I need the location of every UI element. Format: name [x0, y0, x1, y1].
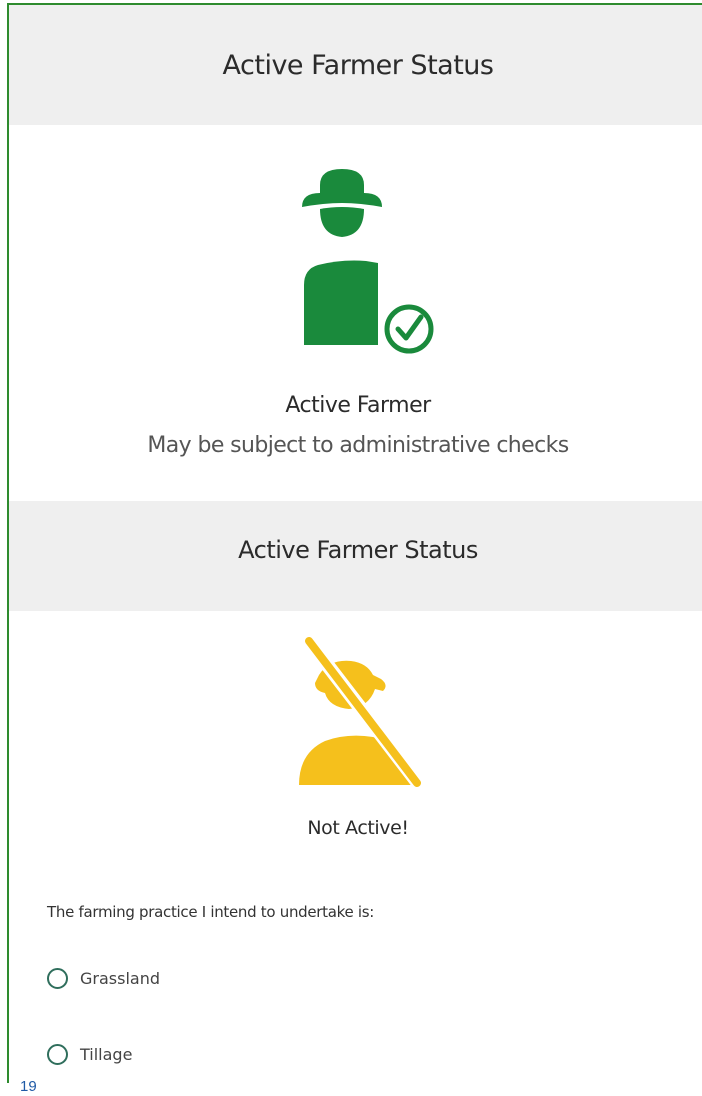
status-title-active: Active Farmer: [285, 393, 431, 418]
radio-option-tillage[interactable]: Tillage: [47, 1044, 132, 1065]
radio-button-icon[interactable]: [47, 968, 68, 989]
radio-option-grassland[interactable]: Grassland: [47, 968, 160, 989]
section-header-title: Active Farmer Status: [238, 536, 478, 564]
radio-option-label: Tillage: [80, 1045, 133, 1064]
farmer-crossed-icon: [299, 635, 428, 794]
radio-button-icon[interactable]: [47, 1044, 68, 1065]
section-header-inactive: Active Farmer Status: [9, 501, 702, 611]
section-header-active: Active Farmer Status: [9, 5, 702, 125]
farming-practice-question: The farming practice I intend to underta…: [47, 903, 375, 921]
app-frame: Active Farmer Status Active Farmer May b…: [7, 3, 702, 1083]
page-number: 19: [20, 1078, 37, 1095]
section-header-title: Active Farmer Status: [222, 49, 494, 81]
status-subtitle-active: May be subject to administrative checks: [147, 433, 569, 458]
farmer-check-icon: [302, 169, 434, 354]
status-title-inactive: Not Active!: [307, 817, 409, 839]
radio-option-label: Grassland: [80, 969, 160, 988]
